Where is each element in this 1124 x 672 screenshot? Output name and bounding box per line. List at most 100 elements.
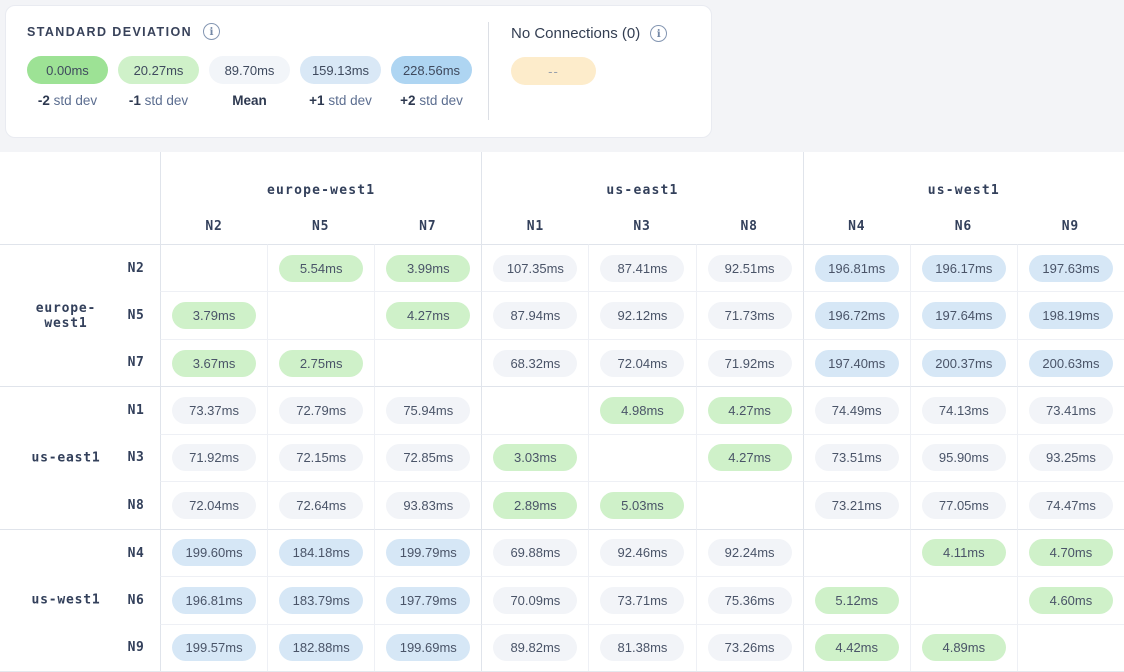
latency-cell[interactable]: 73.37ms bbox=[160, 386, 267, 433]
latency-pill[interactable]: 77.05ms bbox=[922, 492, 1006, 519]
latency-pill[interactable]: 75.94ms bbox=[386, 397, 470, 424]
latency-cell[interactable]: 93.83ms bbox=[374, 481, 481, 528]
latency-cell[interactable] bbox=[481, 386, 588, 433]
latency-pill[interactable]: 2.75ms bbox=[279, 350, 363, 377]
latency-pill[interactable]: 73.21ms bbox=[815, 492, 899, 519]
latency-cell[interactable]: 3.03ms bbox=[481, 434, 588, 481]
latency-cell[interactable]: 3.67ms bbox=[160, 339, 267, 386]
info-icon[interactable]: i bbox=[650, 25, 667, 42]
latency-cell[interactable]: 95.90ms bbox=[910, 434, 1017, 481]
latency-cell[interactable]: 183.79ms bbox=[267, 576, 374, 623]
latency-pill[interactable]: 3.79ms bbox=[172, 302, 256, 329]
latency-cell[interactable]: 92.46ms bbox=[588, 529, 695, 576]
latency-cell[interactable]: 4.70ms bbox=[1017, 529, 1124, 576]
latency-cell[interactable]: 200.37ms bbox=[910, 339, 1017, 386]
latency-cell[interactable] bbox=[374, 339, 481, 386]
latency-pill[interactable]: 198.19ms bbox=[1029, 302, 1113, 329]
latency-cell[interactable]: 75.36ms bbox=[696, 576, 803, 623]
latency-pill[interactable]: 71.92ms bbox=[172, 444, 256, 471]
latency-cell[interactable]: 184.18ms bbox=[267, 529, 374, 576]
latency-pill[interactable]: 4.70ms bbox=[1029, 539, 1113, 566]
latency-cell[interactable]: 92.51ms bbox=[696, 244, 803, 291]
latency-cell[interactable] bbox=[160, 244, 267, 291]
latency-pill[interactable]: 200.37ms bbox=[922, 350, 1006, 377]
latency-pill[interactable]: 72.64ms bbox=[279, 492, 363, 519]
latency-cell[interactable]: 71.73ms bbox=[696, 291, 803, 338]
latency-cell[interactable]: 199.57ms bbox=[160, 624, 267, 671]
latency-cell[interactable]: 68.32ms bbox=[481, 339, 588, 386]
latency-cell[interactable]: 92.24ms bbox=[696, 529, 803, 576]
latency-pill[interactable]: 87.41ms bbox=[600, 255, 684, 282]
latency-cell[interactable]: 89.82ms bbox=[481, 624, 588, 671]
latency-cell[interactable]: 2.89ms bbox=[481, 481, 588, 528]
latency-pill[interactable]: 73.51ms bbox=[815, 444, 899, 471]
latency-cell[interactable]: 4.11ms bbox=[910, 529, 1017, 576]
latency-pill[interactable]: 199.60ms bbox=[172, 539, 256, 566]
latency-pill[interactable]: 199.79ms bbox=[386, 539, 470, 566]
latency-cell[interactable]: 4.27ms bbox=[374, 291, 481, 338]
latency-cell[interactable]: 5.12ms bbox=[803, 576, 910, 623]
latency-cell[interactable]: 75.94ms bbox=[374, 386, 481, 433]
latency-pill[interactable]: 73.71ms bbox=[600, 587, 684, 614]
latency-cell[interactable]: 74.13ms bbox=[910, 386, 1017, 433]
latency-pill[interactable]: 93.25ms bbox=[1029, 444, 1113, 471]
latency-pill[interactable]: 4.11ms bbox=[922, 539, 1006, 566]
latency-cell[interactable]: 3.79ms bbox=[160, 291, 267, 338]
latency-pill[interactable]: 69.88ms bbox=[493, 539, 577, 566]
latency-pill[interactable]: 74.47ms bbox=[1029, 492, 1113, 519]
latency-cell[interactable]: 198.19ms bbox=[1017, 291, 1124, 338]
latency-cell[interactable]: 73.51ms bbox=[803, 434, 910, 481]
latency-pill[interactable]: 197.40ms bbox=[815, 350, 899, 377]
latency-pill[interactable]: 81.38ms bbox=[600, 634, 684, 661]
latency-pill[interactable]: 5.54ms bbox=[279, 255, 363, 282]
latency-pill[interactable]: 4.27ms bbox=[386, 302, 470, 329]
latency-cell[interactable] bbox=[696, 481, 803, 528]
latency-pill[interactable]: 2.89ms bbox=[493, 492, 577, 519]
latency-pill[interactable]: 74.49ms bbox=[815, 397, 899, 424]
latency-cell[interactable]: 197.79ms bbox=[374, 576, 481, 623]
latency-pill[interactable]: 89.82ms bbox=[493, 634, 577, 661]
latency-pill[interactable]: 196.81ms bbox=[815, 255, 899, 282]
latency-pill[interactable]: 4.98ms bbox=[600, 397, 684, 424]
latency-cell[interactable]: 4.27ms bbox=[696, 386, 803, 433]
latency-cell[interactable]: 72.15ms bbox=[267, 434, 374, 481]
latency-cell[interactable] bbox=[910, 576, 1017, 623]
latency-pill[interactable]: 200.63ms bbox=[1029, 350, 1113, 377]
latency-pill[interactable]: 3.99ms bbox=[386, 255, 470, 282]
latency-cell[interactable]: 73.21ms bbox=[803, 481, 910, 528]
latency-pill[interactable]: 87.94ms bbox=[493, 302, 577, 329]
latency-cell[interactable] bbox=[803, 529, 910, 576]
latency-pill[interactable]: 92.12ms bbox=[600, 302, 684, 329]
latency-pill[interactable]: 73.37ms bbox=[172, 397, 256, 424]
latency-cell[interactable]: 71.92ms bbox=[160, 434, 267, 481]
latency-pill[interactable]: 196.81ms bbox=[172, 587, 256, 614]
latency-cell[interactable]: 2.75ms bbox=[267, 339, 374, 386]
latency-pill[interactable]: 95.90ms bbox=[922, 444, 1006, 471]
info-icon[interactable]: i bbox=[203, 23, 220, 40]
latency-pill[interactable]: 107.35ms bbox=[493, 255, 577, 282]
latency-cell[interactable]: 72.04ms bbox=[160, 481, 267, 528]
latency-cell[interactable]: 196.81ms bbox=[803, 244, 910, 291]
latency-pill[interactable]: 71.92ms bbox=[708, 350, 792, 377]
latency-cell[interactable]: 200.63ms bbox=[1017, 339, 1124, 386]
latency-pill[interactable]: 196.72ms bbox=[815, 302, 899, 329]
latency-pill[interactable]: 72.15ms bbox=[279, 444, 363, 471]
latency-pill[interactable]: 72.04ms bbox=[172, 492, 256, 519]
latency-pill[interactable]: 71.73ms bbox=[708, 302, 792, 329]
latency-cell[interactable]: 87.41ms bbox=[588, 244, 695, 291]
latency-pill[interactable]: 72.85ms bbox=[386, 444, 470, 471]
latency-cell[interactable]: 196.17ms bbox=[910, 244, 1017, 291]
latency-cell[interactable]: 92.12ms bbox=[588, 291, 695, 338]
latency-cell[interactable]: 73.71ms bbox=[588, 576, 695, 623]
latency-pill[interactable]: 197.64ms bbox=[922, 302, 1006, 329]
latency-cell[interactable]: 71.92ms bbox=[696, 339, 803, 386]
latency-cell[interactable]: 197.64ms bbox=[910, 291, 1017, 338]
latency-pill[interactable]: 3.67ms bbox=[172, 350, 256, 377]
latency-pill[interactable]: 5.03ms bbox=[600, 492, 684, 519]
latency-pill[interactable]: 72.79ms bbox=[279, 397, 363, 424]
latency-pill[interactable]: 73.26ms bbox=[708, 634, 792, 661]
latency-cell[interactable]: 69.88ms bbox=[481, 529, 588, 576]
latency-cell[interactable]: 5.03ms bbox=[588, 481, 695, 528]
latency-cell[interactable]: 72.85ms bbox=[374, 434, 481, 481]
latency-cell[interactable]: 72.64ms bbox=[267, 481, 374, 528]
